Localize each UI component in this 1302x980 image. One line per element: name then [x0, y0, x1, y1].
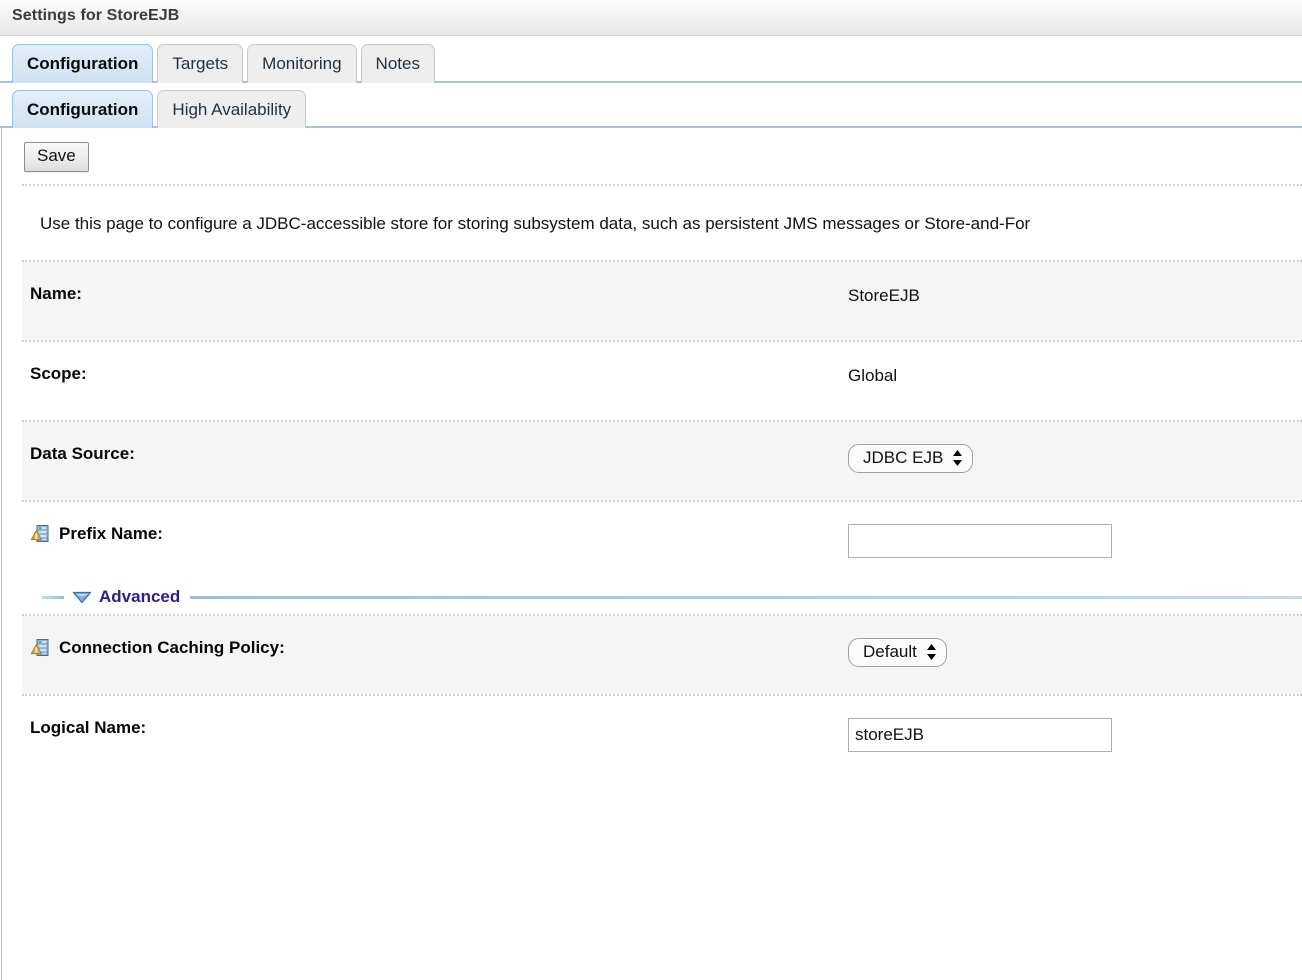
tab-notes-label: Notes [376, 54, 420, 74]
page-content: Save Use this page to configure a JDBC-a… [0, 128, 1302, 774]
data-source-value: JDBC EJB [848, 444, 1302, 473]
data-source-select-label: JDBC EJB [863, 448, 943, 468]
logical-name-label-text: Logical Name: [30, 718, 146, 738]
page-title: Settings for StoreEJB [12, 7, 179, 25]
name-label-text: Name: [30, 284, 82, 304]
advanced-section-header: Advanced [22, 580, 1302, 614]
window-titlebar: Settings for StoreEJB [0, 0, 1302, 36]
page-description: Use this page to configure a JDBC-access… [22, 186, 1302, 260]
tab-targets-label: Targets [172, 54, 228, 74]
prefix-name-input[interactable] [848, 524, 1112, 558]
connection-caching-policy-select[interactable]: Default [848, 638, 947, 667]
data-source-select[interactable]: JDBC EJB [848, 444, 973, 473]
collapse-triangle-icon[interactable] [72, 591, 92, 604]
connection-caching-policy-label: Connection Caching Policy: [22, 638, 848, 658]
save-button[interactable]: Save [24, 142, 89, 172]
scope-label: Scope: [22, 364, 848, 384]
name-label: Name: [22, 284, 848, 304]
tab-targets[interactable]: Targets [157, 44, 243, 83]
connection-caching-policy-select-label: Default [863, 642, 917, 662]
tab-monitoring[interactable]: Monitoring [247, 44, 356, 83]
prefix-name-label-text: Prefix Name: [59, 524, 163, 544]
select-arrows-icon [952, 449, 963, 467]
logical-name-value [848, 718, 1302, 752]
toolbar: Save [22, 128, 1302, 184]
primary-tab-strip: Configuration Targets Monitoring Notes [0, 36, 1302, 83]
tab-notes[interactable]: Notes [361, 44, 435, 83]
logical-name-input[interactable] [848, 718, 1112, 752]
protected-attribute-icon [30, 524, 50, 544]
data-source-label-text: Data Source: [30, 444, 135, 464]
form-row-logical-name: Logical Name: [22, 696, 1302, 774]
form-row-name: Name: StoreEJB [22, 262, 1302, 340]
tab-configuration[interactable]: Configuration [12, 44, 153, 83]
protected-attribute-icon [30, 638, 50, 658]
logical-name-label: Logical Name: [22, 718, 848, 738]
prefix-name-value [848, 524, 1302, 558]
tab-monitoring-label: Monitoring [262, 54, 341, 74]
advanced-label[interactable]: Advanced [99, 587, 180, 607]
advanced-rule-left [42, 596, 64, 599]
form-row-data-source: Data Source: JDBC EJB [22, 422, 1302, 500]
scope-value: Global [848, 364, 1302, 388]
form-row-connection-caching-policy: Connection Caching Policy: Default [22, 616, 1302, 694]
secondary-tab-strip: Configuration High Availability [0, 83, 1302, 128]
secondary-tabs: Configuration High Availability [12, 83, 1302, 126]
connection-caching-policy-value: Default [848, 638, 1302, 667]
tab-configuration-label: Configuration [27, 54, 138, 74]
select-arrows-icon [926, 643, 937, 661]
subtab-configuration-label: Configuration [27, 100, 138, 120]
advanced-rule-right [190, 596, 1302, 599]
scope-label-text: Scope: [30, 364, 87, 384]
name-value: StoreEJB [848, 284, 1302, 308]
subtab-configuration[interactable]: Configuration [12, 90, 153, 128]
subtab-high-availability[interactable]: High Availability [157, 90, 306, 128]
primary-tabs: Configuration Targets Monitoring Notes [12, 36, 1302, 81]
form-row-scope: Scope: Global [22, 342, 1302, 420]
data-source-label: Data Source: [22, 444, 848, 464]
form-row-prefix-name: Prefix Name: [22, 502, 1302, 580]
subtab-high-availability-label: High Availability [172, 100, 291, 120]
connection-caching-policy-label-text: Connection Caching Policy: [59, 638, 285, 658]
prefix-name-label: Prefix Name: [22, 524, 848, 544]
